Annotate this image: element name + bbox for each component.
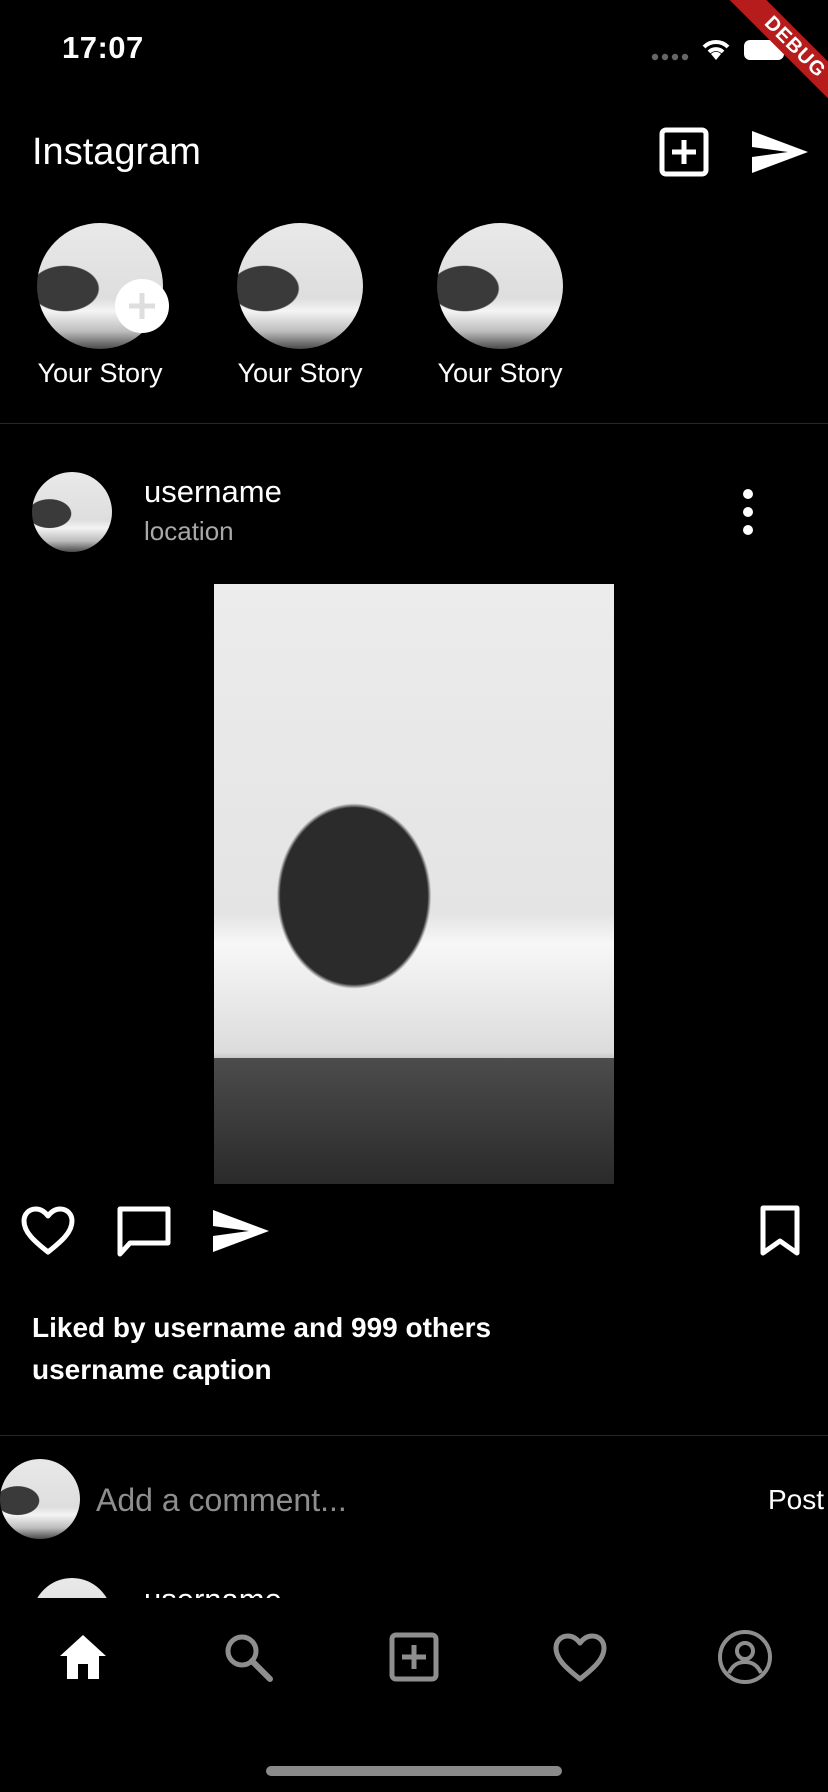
divider xyxy=(0,1435,828,1436)
bottom-nav xyxy=(0,1598,828,1792)
plus-square-icon xyxy=(659,127,709,177)
send-icon xyxy=(213,1210,269,1252)
comment-avatar xyxy=(0,1459,80,1539)
likes-text[interactable]: Liked by username and 999 others xyxy=(32,1312,491,1344)
app-title: Instagram xyxy=(32,131,201,173)
home-indicator xyxy=(266,1766,562,1776)
like-button[interactable] xyxy=(20,1205,76,1257)
post-username[interactable]: username xyxy=(144,474,282,510)
new-post-button[interactable] xyxy=(659,127,709,177)
home-icon xyxy=(60,1635,106,1679)
debug-banner: DEBUG xyxy=(708,0,828,120)
heart-icon xyxy=(553,1633,607,1682)
add-icon xyxy=(389,1632,439,1682)
nav-search-button[interactable] xyxy=(222,1631,274,1683)
save-button[interactable] xyxy=(758,1205,802,1257)
story-avatar xyxy=(237,223,363,349)
messages-button[interactable] xyxy=(750,127,810,177)
send-icon xyxy=(752,131,808,173)
signal-icon xyxy=(651,52,691,62)
story-label: Your Story xyxy=(237,358,363,388)
story-item[interactable]: Your Story xyxy=(430,223,570,393)
bookmark-icon xyxy=(760,1205,800,1256)
heart-icon xyxy=(21,1206,75,1255)
next-post-peek: username xyxy=(0,1572,828,1598)
post-comment-button[interactable]: Post xyxy=(768,1482,824,1518)
story-label: Your Story xyxy=(37,358,163,388)
plus-icon xyxy=(129,293,155,319)
profile-icon xyxy=(718,1630,772,1684)
nav-activity-button[interactable] xyxy=(552,1632,608,1684)
nav-add-button[interactable] xyxy=(389,1632,439,1682)
divider xyxy=(0,423,828,424)
nav-home-button[interactable] xyxy=(58,1632,108,1682)
search-icon xyxy=(225,1634,273,1682)
add-story-badge[interactable] xyxy=(115,279,169,333)
caption-text: username caption xyxy=(32,1354,272,1385)
post-image[interactable] xyxy=(214,584,614,1184)
post-options-button[interactable] xyxy=(732,488,764,536)
story-item[interactable]: Your Story xyxy=(230,223,370,393)
comment-input[interactable]: Add a comment... xyxy=(96,1482,347,1518)
share-button[interactable] xyxy=(211,1206,271,1256)
story-item[interactable]: Your Story xyxy=(30,223,170,393)
nav-profile-button[interactable] xyxy=(717,1629,773,1685)
next-post-avatar xyxy=(32,1578,112,1598)
comment-button[interactable] xyxy=(116,1205,172,1259)
story-avatar xyxy=(437,223,563,349)
story-label: Your Story xyxy=(437,358,563,388)
status-time: 17:07 xyxy=(62,30,144,65)
next-post-username: username xyxy=(144,1582,282,1598)
comment-icon xyxy=(117,1206,171,1257)
post-location[interactable]: location xyxy=(144,516,234,546)
post-avatar[interactable] xyxy=(32,472,112,552)
more-vertical-icon xyxy=(743,489,753,535)
